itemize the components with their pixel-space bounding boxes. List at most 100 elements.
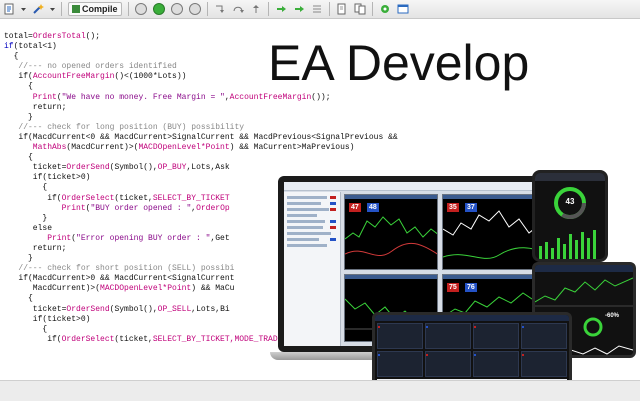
step-into-icon[interactable] <box>214 2 226 16</box>
code-token: "We have no money. Free Margin = " <box>61 92 225 102</box>
symbol-tile <box>521 351 567 377</box>
toolbar-separator <box>206 2 208 16</box>
code-token: return; <box>4 243 67 253</box>
stop-debug-icon[interactable] <box>188 2 201 16</box>
code-token: Print <box>4 203 86 213</box>
toolbar-separator <box>61 2 62 16</box>
toolbar-separator <box>267 2 269 16</box>
code-token: if(MacdCurrent>0 && MacdCurrent<SignalCu… <box>4 274 235 284</box>
code-line[interactable]: //--- check for long position (BUY) poss… <box>4 123 324 133</box>
code-token: Print <box>4 92 57 102</box>
code-token: ,Lots,Bi <box>191 304 230 314</box>
code-token: { <box>4 153 33 163</box>
code-line[interactable]: MathAbs(MacdCurrent)>(MACDOpenLevel*Poin… <box>4 143 355 153</box>
code-token: ()); <box>311 92 331 102</box>
step-over-icon[interactable] <box>232 2 244 16</box>
code-token: ,Get <box>210 233 230 243</box>
tablet-header <box>535 265 633 272</box>
code-token: OP_SELL <box>157 304 192 314</box>
code-token: { <box>4 324 48 334</box>
code-line[interactable]: if(MacdCurrent<0 && MacdCurrent>SignalCu… <box>4 133 397 143</box>
list-icon[interactable] <box>311 2 323 16</box>
phone-header <box>535 173 605 181</box>
code-token: ) && MaCu <box>191 284 235 294</box>
symbol-tile <box>521 323 567 349</box>
step-out-icon[interactable] <box>250 2 262 16</box>
quote-sell: 35 <box>447 203 459 212</box>
magic-wand-icon[interactable] <box>32 2 44 16</box>
terminal-menubar <box>284 182 556 191</box>
code-token: //--- check for short position (SELL) po… <box>4 264 235 274</box>
symbol-tile <box>425 323 471 349</box>
settings-icon[interactable] <box>379 2 391 16</box>
code-token: ticket= <box>4 163 67 173</box>
code-token: (Symbol(), <box>109 163 158 173</box>
quote-buy: 37 <box>465 203 477 212</box>
code-token: } <box>4 254 33 264</box>
code-token: if(MacdCurrent<0 && MacdCurrent>SignalCu… <box>4 132 398 142</box>
new-file-icon[interactable] <box>3 2 15 16</box>
web-header <box>375 315 569 321</box>
code-token: Print <box>4 233 72 243</box>
quote-sell: 75 <box>447 283 459 292</box>
phone-terminal-illustration: 43 <box>532 170 608 262</box>
toolbar-separator <box>371 2 373 16</box>
code-token: total= <box>4 32 33 41</box>
toolbar-separator <box>127 2 129 16</box>
pause-icon[interactable] <box>170 2 183 16</box>
quote-buy: 48 <box>367 203 379 212</box>
code-token: if(ticket>0) <box>4 173 91 183</box>
go-to-icon[interactable] <box>275 2 287 16</box>
code-line[interactable]: } <box>4 113 324 123</box>
code-token: OrderSelect <box>61 334 115 344</box>
symbol-tile <box>377 323 423 349</box>
code-token: //--- check for long position (BUY) poss… <box>4 122 245 132</box>
code-token: ,Lots,Ask <box>186 163 230 173</box>
code-token: else <box>4 223 53 233</box>
copy-icon[interactable] <box>354 2 366 16</box>
code-token: OrderSelect <box>61 193 115 203</box>
code-token: (Symbol(), <box>109 304 158 314</box>
code-line[interactable]: ticket=OrderSend(Symbol(),OP_BUY,Lots,As… <box>4 163 324 173</box>
play-icon[interactable] <box>152 2 165 16</box>
code-token: MACDOpenLevel*Point <box>100 284 192 294</box>
stop-icon[interactable] <box>134 2 147 16</box>
code-token: (total<1) <box>13 42 57 52</box>
page-title: EA Develop <box>268 35 530 91</box>
dropdown-icon[interactable] <box>50 2 55 16</box>
code-token: if( <box>4 334 62 344</box>
code-token: //--- no opened orders identified <box>4 62 177 72</box>
code-token: if( <box>4 193 62 203</box>
code-token: MACDOpenLevel*Point <box>138 143 230 153</box>
code-token: (); <box>85 32 101 41</box>
code-token: { <box>4 294 33 304</box>
code-token: "BUY order opened : " <box>90 203 192 213</box>
arrow-right-icon[interactable] <box>293 2 305 16</box>
compile-icon <box>72 5 80 13</box>
code-line[interactable]: { <box>4 153 324 163</box>
code-token: ) && MaCurrent>MaPrevious) <box>229 143 355 153</box>
code-token: (MacdCurrent)>( <box>66 143 139 153</box>
code-line[interactable]: return; <box>4 103 324 113</box>
code-token: "Error opening BUY order : " <box>76 233 211 243</box>
code-token: if( <box>4 72 33 82</box>
dropdown-icon[interactable] <box>21 2 26 16</box>
symbol-tile <box>473 351 519 377</box>
code-token: MathAbs <box>4 143 67 153</box>
code-token: { <box>4 52 19 62</box>
open-icon[interactable] <box>336 2 348 16</box>
code-token: AccountFreeMargin <box>32 72 115 82</box>
compile-button[interactable]: Compile <box>68 2 122 16</box>
window-icon[interactable] <box>397 2 409 16</box>
code-token: OrderSend <box>66 304 110 314</box>
code-line[interactable]: Print("We have no money. Free Margin = "… <box>4 92 331 103</box>
code-token: { <box>4 183 48 193</box>
code-token: OrdersTotal <box>32 32 86 41</box>
phone-gauge-value: 43 <box>565 197 575 206</box>
code-token: } <box>4 213 48 223</box>
terminal-navigator <box>284 192 341 346</box>
code-token: OP_BUY <box>157 163 187 173</box>
code-token: (ticket, <box>114 193 153 203</box>
symbol-tile <box>425 351 471 377</box>
phone-bar-chart <box>539 230 596 259</box>
